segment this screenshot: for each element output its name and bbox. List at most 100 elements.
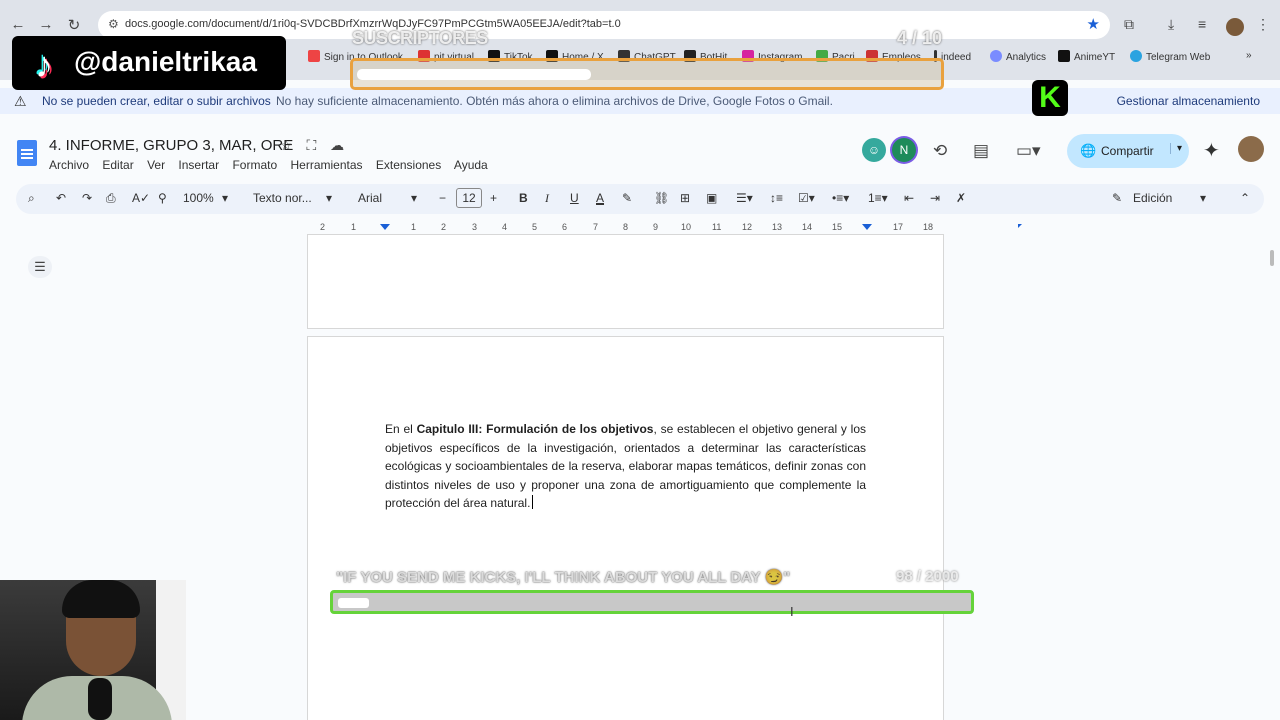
cloud-status-icon[interactable]: ☁ [330, 137, 344, 153]
print-icon[interactable]: ⎙ [106, 191, 116, 206]
indent-marker[interactable] [380, 224, 390, 230]
globe-icon: 🌐 [1080, 143, 1097, 158]
move-folder-icon[interactable]: ⛶ [306, 137, 316, 153]
edit-mode-select[interactable]: Edición [1133, 191, 1172, 205]
line-spacing-icon[interactable]: ↕≡ [770, 191, 783, 205]
bulleted-list-icon[interactable]: •≡▾ [832, 191, 849, 205]
clear-formatting-icon[interactable]: ✗ [956, 191, 966, 205]
bookmark-star-icon[interactable]: ★ [1087, 15, 1100, 33]
subs-progress-bar [350, 58, 944, 90]
highlight-icon[interactable]: ✎ [622, 191, 632, 205]
collaborator-avatar[interactable]: ☺ [862, 138, 886, 162]
style-select[interactable]: Texto nor... [253, 191, 312, 205]
menu-ver[interactable]: Ver [147, 158, 165, 172]
add-comment-icon[interactable]: ⊞ [680, 191, 690, 205]
chevron-down-icon[interactable]: ▾ [411, 191, 417, 205]
forward-icon[interactable]: → [36, 16, 56, 33]
paint-format-icon[interactable]: ⚲ [158, 191, 167, 205]
vertical-scrollbar[interactable] [1270, 250, 1274, 266]
collaborator-avatar[interactable]: N [892, 138, 916, 162]
link-icon[interactable]: ⛓ [654, 191, 669, 205]
docs-logo-icon[interactable] [17, 140, 37, 166]
site-info-icon[interactable]: ⚙ [108, 17, 119, 31]
ruler-tick: 3 [472, 222, 478, 232]
warning-message: No hay suficiente almacenamiento. Obtén … [276, 94, 833, 108]
ruler-tick: 7 [593, 222, 599, 232]
insert-image-icon[interactable]: ▣ [706, 191, 717, 205]
increase-indent-icon[interactable]: ⇥ [930, 191, 940, 205]
font-size-input[interactable]: 12 [456, 188, 482, 208]
font-select[interactable]: Arial [358, 191, 382, 205]
paragraph[interactable]: En el Capitulo III: Formulación de los o… [385, 420, 866, 513]
kebab-menu-icon[interactable]: ⋮ [1256, 16, 1270, 33]
underline-icon[interactable]: U [570, 191, 579, 205]
back-icon[interactable]: ← [8, 16, 28, 33]
download-icon[interactable]: ⤓ [1168, 16, 1174, 33]
indent-marker[interactable] [862, 224, 872, 230]
numbered-list-icon[interactable]: 1≡▾ [868, 191, 888, 205]
bookmark-label[interactable]: Telegram Web [1146, 52, 1210, 63]
menu-herramientas[interactable]: Herramientas [290, 158, 362, 172]
page-previous[interactable] [307, 234, 944, 329]
increase-font-icon[interactable]: + [490, 191, 497, 205]
chevron-down-icon[interactable]: ▾ [1169, 143, 1182, 154]
outline-icon[interactable]: ☰ [28, 256, 52, 278]
text-color-icon[interactable]: A [596, 191, 604, 205]
kick-logo-icon: K [1032, 80, 1068, 116]
redo-icon[interactable]: ↷ [82, 191, 92, 205]
chevron-down-icon[interactable]: ▾ [1200, 191, 1206, 205]
chevron-down-icon[interactable]: ▾ [222, 191, 228, 205]
gemini-icon[interactable]: ✦ [1203, 138, 1220, 163]
star-icon[interactable]: ☆ [280, 137, 293, 153]
history-icon[interactable]: ⟲ [933, 141, 947, 161]
menu-ayuda[interactable]: Ayuda [454, 158, 488, 172]
align-icon[interactable]: ☰▾ [736, 191, 753, 205]
text-cursor-icon: I [790, 604, 794, 619]
share-label: Compartir [1101, 144, 1154, 158]
menu-insertar[interactable]: Insertar [178, 158, 219, 172]
decrease-indent-icon[interactable]: ⇤ [904, 191, 914, 205]
bookmark-item[interactable]: Analytics [990, 50, 1046, 63]
spellcheck-icon[interactable]: A✓ [132, 191, 150, 205]
subs-progress-fill [357, 69, 591, 80]
ruler-tick: 12 [742, 222, 753, 232]
meet-icon[interactable]: ▭▾ [1016, 141, 1041, 161]
bookmark-item[interactable]: Telegram Web [1130, 50, 1210, 63]
microphone-icon [88, 678, 112, 720]
decrease-font-icon[interactable]: − [439, 191, 446, 205]
ruler-tick: 5 [532, 222, 538, 232]
ruler-tick: 1 [351, 222, 357, 232]
menu-extensiones[interactable]: Extensiones [376, 158, 441, 172]
menu-formato[interactable]: Formato [232, 158, 277, 172]
chevron-down-icon[interactable]: ▾ [326, 191, 332, 205]
menu-archivo[interactable]: Archivo [49, 158, 89, 172]
search-icon[interactable]: ⌕ [28, 191, 35, 206]
profile-avatar[interactable] [1226, 18, 1244, 36]
right-margin-marker[interactable] [1018, 224, 1022, 228]
webcam-overlay [0, 580, 186, 720]
user-avatar[interactable] [1238, 136, 1264, 162]
zoom-select[interactable]: 100% [183, 191, 214, 205]
checklist-icon[interactable]: ☑▾ [798, 191, 815, 205]
docs-header: 4. INFORME, GRUPO 3, MAR, ORE ☆ ⛶ ☁ Arch… [0, 118, 1280, 180]
ruler-tick: 17 [893, 222, 904, 232]
italic-icon[interactable]: I [545, 191, 549, 206]
undo-icon[interactable]: ↶ [56, 191, 66, 205]
bold-icon[interactable]: B [519, 191, 528, 205]
ruler-tick: 4 [502, 222, 508, 232]
collapse-menu-icon[interactable]: ⌃ [1240, 191, 1250, 205]
bookmark-label[interactable]: AnimeYT [1074, 52, 1115, 63]
bookmark-item[interactable]: AnimeYT [1058, 50, 1115, 63]
comments-icon[interactable]: ▤ [973, 141, 989, 161]
share-button[interactable]: 🌐 Compartir ▾ [1067, 134, 1189, 168]
more-bookmarks-icon[interactable]: » [1246, 50, 1252, 61]
page-current[interactable] [307, 336, 944, 720]
manage-storage-link[interactable]: Gestionar almacenamiento [1117, 94, 1260, 108]
pencil-icon: ✎ [1112, 191, 1123, 205]
menu-editar[interactable]: Editar [102, 158, 133, 172]
extensions-icon[interactable]: ⧉ [1124, 16, 1134, 33]
media-controls-icon[interactable]: ≡ [1198, 16, 1206, 32]
document-title[interactable]: 4. INFORME, GRUPO 3, MAR, ORE [49, 137, 293, 154]
bookmark-label[interactable]: Analytics [1006, 52, 1046, 63]
reload-icon[interactable]: ↻ [64, 16, 84, 34]
